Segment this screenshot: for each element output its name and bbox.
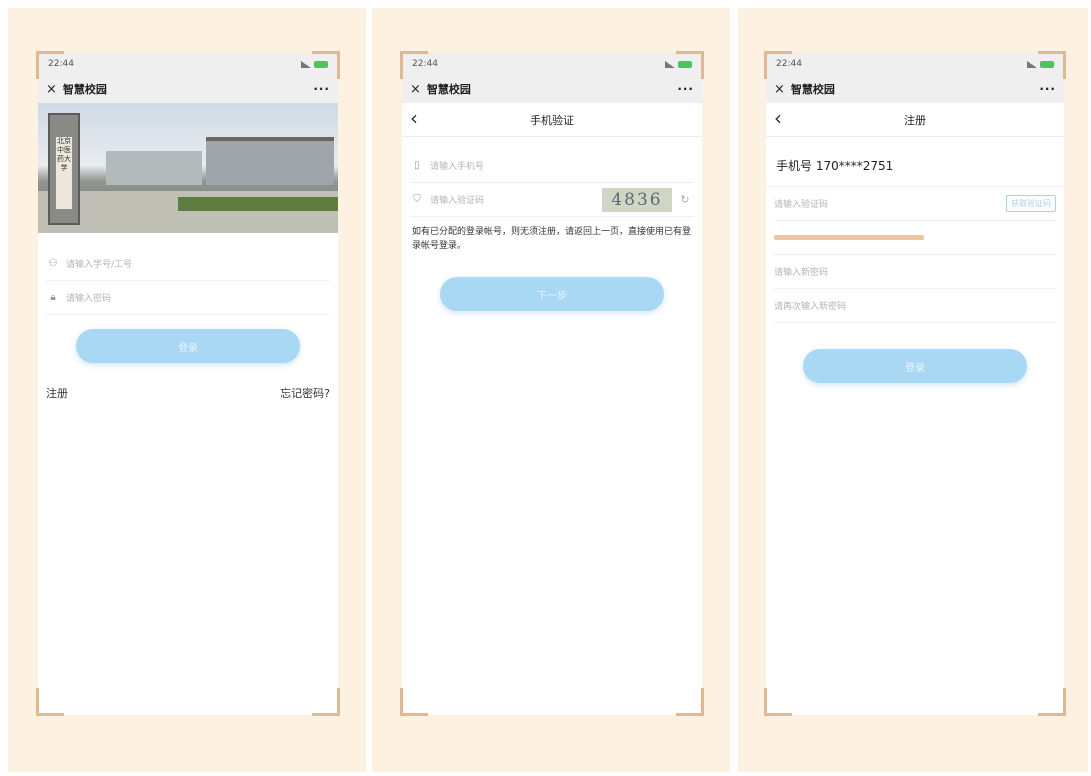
lock-icon: 🔒︎	[50, 292, 56, 303]
panel-register: 22:44 × 智慧校园 ··· ‹ 注册 手机号 170****2751 请输…	[738, 8, 1088, 772]
phone-number-display: 手机号 170****2751	[766, 137, 1064, 187]
more-icon[interactable]: ···	[1039, 82, 1056, 96]
nav-title: 注册	[904, 113, 926, 127]
back-icon[interactable]: ‹	[410, 106, 418, 130]
user-icon: ⚇	[48, 258, 58, 269]
signal-icon	[665, 60, 675, 68]
app-title-bar: × 智慧校园 ···	[402, 75, 702, 103]
app-title-bar: × 智慧校园 ···	[766, 75, 1064, 103]
status-bar: 22:44	[38, 53, 338, 75]
campus-photo: 北京中医药大学	[38, 103, 338, 233]
login-button[interactable]: 登录	[76, 329, 300, 363]
corner-bracket	[312, 51, 340, 79]
panel-login: 22:44 × 智慧校园 ··· 北京中医药大学 ⚇ 请输入学号/工号 🔒︎ 请…	[8, 8, 366, 772]
sms-code-field[interactable]: 请输入验证码 获取验证码	[774, 187, 1056, 221]
confirm-password-field[interactable]: 请再次输入新密码	[774, 289, 1056, 323]
new-password-field[interactable]: 请输入新密码	[774, 255, 1056, 289]
login-links: 注册 忘记密码?	[38, 385, 338, 401]
password-placeholder: 请输入密码	[66, 294, 112, 304]
corner-bracket	[1038, 51, 1066, 79]
captcha-placeholder: 请输入验证码	[430, 196, 485, 206]
corner-bracket	[36, 51, 64, 79]
building-right	[206, 141, 334, 185]
nav-bar: ‹ 注册	[766, 103, 1064, 137]
back-icon[interactable]: ‹	[774, 106, 782, 130]
next-button[interactable]: 下一步	[440, 277, 664, 311]
tip-text-blur	[774, 235, 924, 240]
gate-plaque: 北京中医药大学	[56, 137, 72, 209]
hedge	[178, 197, 338, 211]
captcha-field[interactable]: ⛉ 请输入验证码 4836 ↻	[410, 183, 694, 217]
nav-title: 手机验证	[530, 113, 574, 127]
password-field[interactable]: 🔒︎ 请输入密码	[46, 281, 330, 315]
app-title: 智慧校园	[62, 83, 107, 96]
corner-bracket	[312, 688, 340, 716]
more-icon[interactable]: ···	[313, 82, 330, 96]
phone-icon: ▯	[414, 160, 420, 171]
corner-bracket	[676, 688, 704, 716]
phone-placeholder: 请输入手机号	[430, 162, 485, 172]
building-left	[106, 151, 202, 185]
corner-bracket	[676, 51, 704, 79]
username-placeholder: 请输入学号/工号	[66, 260, 133, 270]
username-field[interactable]: ⚇ 请输入学号/工号	[46, 247, 330, 281]
status-bar: 22:44	[402, 53, 702, 75]
app-title-bar: × 智慧校园 ···	[38, 75, 338, 103]
sms-code-placeholder: 请输入验证码	[774, 200, 829, 210]
app-title: 智慧校园	[426, 83, 471, 96]
close-icon[interactable]: ×	[410, 82, 421, 97]
phone-screen-login: 22:44 × 智慧校园 ··· 北京中医药大学 ⚇ 请输入学号/工号 🔒︎ 请…	[38, 53, 338, 715]
corner-bracket	[400, 688, 428, 716]
close-icon[interactable]: ×	[46, 82, 57, 97]
app-title: 智慧校园	[790, 83, 835, 96]
forgot-password-link[interactable]: 忘记密码?	[280, 385, 330, 401]
panel-phone-verify: 22:44 × 智慧校园 ··· ‹ 手机验证 ▯ 请输入手机号 ⛉ 请输入验证…	[372, 8, 730, 772]
phone-screen-register: 22:44 × 智慧校园 ··· ‹ 注册 手机号 170****2751 请输…	[766, 53, 1064, 715]
get-code-button[interactable]: 获取验证码	[1006, 195, 1056, 212]
register-link[interactable]: 注册	[46, 385, 68, 401]
signal-icon	[301, 60, 311, 68]
shield-icon: ⛉	[413, 194, 421, 205]
confirm-password-placeholder: 请再次输入新密码	[774, 302, 847, 312]
phone-screen-verify: 22:44 × 智慧校园 ··· ‹ 手机验证 ▯ 请输入手机号 ⛉ 请输入验证…	[402, 53, 702, 715]
close-icon[interactable]: ×	[774, 82, 785, 97]
corner-bracket	[1038, 688, 1066, 716]
submit-button[interactable]: 登录	[803, 349, 1027, 383]
status-bar: 22:44	[766, 53, 1064, 75]
signal-icon	[1027, 60, 1037, 68]
captcha-image[interactable]: 4836	[602, 187, 672, 212]
new-password-placeholder: 请输入新密码	[774, 268, 829, 278]
corner-bracket	[764, 688, 792, 716]
nav-bar: ‹ 手机验证	[402, 103, 702, 137]
refresh-icon[interactable]: ↻	[676, 193, 694, 206]
more-icon[interactable]: ···	[677, 82, 694, 96]
corner-bracket	[36, 688, 64, 716]
corner-bracket	[400, 51, 428, 79]
gate-pillar: 北京中医药大学	[48, 113, 80, 225]
code-tip	[774, 221, 1056, 255]
phone-number-field[interactable]: ▯ 请输入手机号	[410, 149, 694, 183]
corner-bracket	[764, 51, 792, 79]
register-notice: 如有已分配的登录帐号，则无须注册，请返回上一页，直接使用已有登录帐号登录。	[412, 227, 692, 251]
